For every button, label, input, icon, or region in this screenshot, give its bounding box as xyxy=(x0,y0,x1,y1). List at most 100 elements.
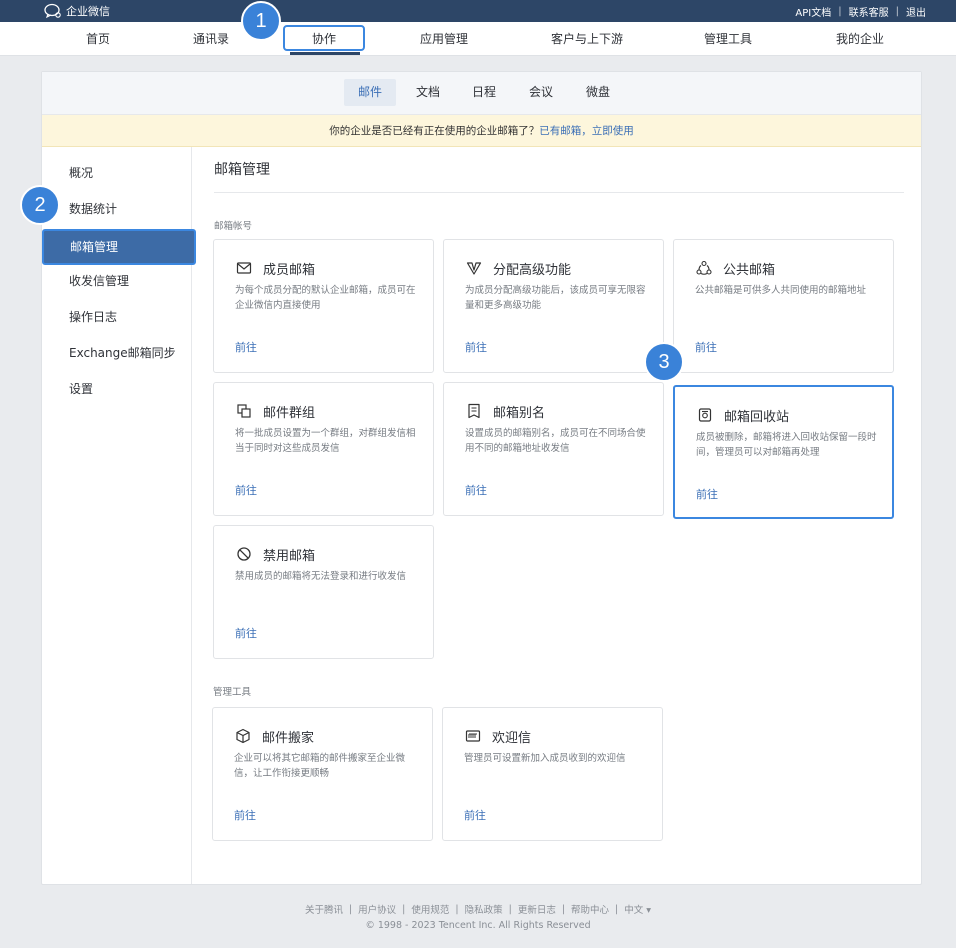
notice-bar: 你的企业是否已经有正在使用的企业邮箱了？已有邮箱，立即使用 xyxy=(42,115,921,147)
tile-advanced-features[interactable]: 分配高级功能 为成员分配高级功能后，该成员可享无限容量和更多高级功能 前往 xyxy=(443,239,664,373)
tile-desc: 为成员分配高级功能后，该成员可享无限容量和更多高级功能 xyxy=(465,285,646,311)
group-icon xyxy=(696,260,712,275)
footer-links: 关于腾讯 | 用户协议 | 使用规范 | 隐私政策 | 更新日志 | 帮助中心 | 中文 ▾ xyxy=(0,902,956,917)
tab-calendar[interactable]: 日程 xyxy=(464,79,504,106)
nav-contacts[interactable]: 通讯录 xyxy=(193,22,229,56)
separator: | xyxy=(561,903,566,915)
sidebar-item-operation-log[interactable]: 操作日志 xyxy=(69,307,117,327)
v-badge-icon xyxy=(466,262,482,275)
go-link[interactable]: 前往 xyxy=(234,807,256,823)
footer-link-help[interactable]: 帮助中心 xyxy=(571,902,609,916)
tile-title: 欢迎信 xyxy=(492,731,532,746)
tile-desc: 将一批成员设置为一个群组，对群组发信相当于同时对这些成员发信 xyxy=(235,428,416,454)
go-link[interactable]: 前往 xyxy=(464,807,486,823)
tile-recycle-bin[interactable]: 邮箱回收站 成员被删除，邮箱将进入回收站保留一段时间，管理员可以对邮箱再处理 前… xyxy=(673,385,894,519)
tile-title: 公共邮箱 xyxy=(723,263,776,278)
section-label-tools: 管理工具 xyxy=(213,687,252,698)
tile-title: 禁用邮箱 xyxy=(263,549,316,564)
go-link[interactable]: 前往 xyxy=(465,339,487,355)
separator: | xyxy=(615,903,619,915)
sidebar-item-exchange-sync[interactable]: Exchange邮箱同步 xyxy=(69,343,176,363)
copy-group-icon xyxy=(237,404,251,418)
nav-active-underline xyxy=(290,52,360,55)
footer-link-privacy[interactable]: 隐私政策 xyxy=(465,902,503,916)
sidebar-item-label: 邮箱管理 xyxy=(70,240,119,254)
separator: | xyxy=(838,5,842,17)
tile-desc: 禁用成员的邮箱将无法登录和进行收发信 xyxy=(235,571,407,582)
nav-home[interactable]: 首页 xyxy=(86,22,110,56)
footer-link-terms[interactable]: 用户协议 xyxy=(358,902,396,916)
top-bar: 企业微信 API文档 | 联系客服 | 退出 xyxy=(0,0,956,22)
tile-desc: 企业可以将其它邮箱的邮件搬家至企业微信，让工作衔接更顺畅 xyxy=(234,753,406,779)
welcome-letter-icon xyxy=(465,730,481,742)
page-title: 邮箱管理 xyxy=(214,162,270,178)
nav-my-enterprise[interactable]: 我的企业 xyxy=(836,22,884,56)
go-link[interactable]: 前往 xyxy=(235,625,257,641)
notice-link[interactable]: 已有邮箱，立即使用 xyxy=(539,125,634,137)
sub-nav: 邮件 文档 日程 会议 微盘 xyxy=(42,72,921,115)
logout-link[interactable]: 退出 xyxy=(906,4,926,19)
section-label-accounts: 邮箱帐号 xyxy=(214,221,253,232)
tile-mailbox-alias[interactable]: 邮箱别名 设置成员的邮箱别名，成员可在不同场合使用不同的邮箱地址收发信 前往 xyxy=(443,382,664,516)
wecom-logo-icon xyxy=(44,3,61,19)
language-select[interactable]: 中文 ▾ xyxy=(624,902,651,916)
tile-desc: 设置成员的邮箱别名，成员可在不同场合使用不同的邮箱地址收发信 xyxy=(465,428,646,454)
tile-disable-mailbox[interactable]: 禁用邮箱 禁用成员的邮箱将无法登录和进行收发信 前往 xyxy=(213,525,434,659)
contact-support-link[interactable]: 联系客服 xyxy=(849,4,889,19)
app-name: 企业微信 xyxy=(66,5,110,18)
footer-link-rules[interactable]: 使用规范 xyxy=(411,902,449,916)
tile-title: 邮箱别名 xyxy=(493,406,546,421)
sidebar-item-overview[interactable]: 概况 xyxy=(69,163,93,183)
sidebar-item-send-receive[interactable]: 收发信管理 xyxy=(69,271,129,291)
tile-desc: 公共邮箱是可供多人共同使用的邮箱地址 xyxy=(695,285,867,296)
go-link[interactable]: 前往 xyxy=(465,482,487,498)
tile-title: 邮件群组 xyxy=(263,406,316,421)
api-docs-link[interactable]: API文档 xyxy=(795,4,831,19)
nav-admin-tools[interactable]: 管理工具 xyxy=(704,22,752,56)
notice-text: 你的企业是否已经有正在使用的企业邮箱了？ xyxy=(329,125,540,137)
alias-icon xyxy=(468,403,480,419)
sidebar-item-statistics[interactable]: 数据统计 xyxy=(69,199,117,219)
go-link[interactable]: 前往 xyxy=(235,339,257,355)
envelope-icon xyxy=(236,262,252,274)
footer-link-about[interactable]: 关于腾讯 xyxy=(305,902,343,916)
tile-title: 分配高级功能 xyxy=(493,263,572,278)
separator: | xyxy=(455,903,459,915)
box-icon xyxy=(236,728,250,744)
tab-drive[interactable]: 微盘 xyxy=(578,79,618,106)
go-link[interactable]: 前往 xyxy=(235,482,257,498)
go-link[interactable]: 前往 xyxy=(696,486,718,502)
tile-title: 成员邮箱 xyxy=(263,263,316,278)
separator: | xyxy=(508,903,512,915)
content-area: 邮箱管理 邮箱帐号 成员邮箱 为每个成员分配的默认企业邮箱，成员可在企业微信内直… xyxy=(192,147,921,884)
footer-link-changelog[interactable]: 更新日志 xyxy=(518,902,556,916)
tab-meeting[interactable]: 会议 xyxy=(521,79,561,106)
tile-mail-group[interactable]: 邮件群组 将一批成员设置为一个群组，对群组发信相当于同时对这些成员发信 前往 xyxy=(213,382,434,516)
go-link[interactable]: 前往 xyxy=(695,339,717,355)
ban-icon xyxy=(237,547,251,561)
tile-member-mailbox[interactable]: 成员邮箱 为每个成员分配的默认企业邮箱，成员可在企业微信内直接使用 前往 xyxy=(213,239,434,373)
main-card: 邮件 文档 日程 会议 微盘 你的企业是否已经有正在使用的企业邮箱了？已有邮箱，… xyxy=(41,71,922,885)
tile-title: 邮件搬家 xyxy=(262,731,315,746)
tile-welcome-letter[interactable]: 欢迎信 管理员可设置新加入成员收到的欢迎信 前往 xyxy=(442,707,663,841)
app-logo[interactable]: 企业微信 xyxy=(44,2,110,20)
nav-customers[interactable]: 客户与上下游 xyxy=(551,22,623,56)
sidebar-item-mailbox-management[interactable]: 邮箱管理 xyxy=(42,229,196,265)
step-badge-1: 1 xyxy=(241,1,281,41)
nav-collaboration[interactable]: 协作 xyxy=(312,22,336,56)
copyright: © 1998 - 2023 Tencent Inc. All Rights Re… xyxy=(365,920,591,931)
tile-title: 邮箱回收站 xyxy=(724,410,790,425)
tile-mail-migration[interactable]: 邮件搬家 企业可以将其它邮箱的邮件搬家至企业微信，让工作衔接更顺畅 前往 xyxy=(212,707,433,841)
tile-desc: 成员被删除，邮箱将进入回收站保留一段时间，管理员可以对邮箱再处理 xyxy=(696,432,877,458)
separator: | xyxy=(348,903,353,915)
sidebar: 概况 数据统计 邮箱管理 收发信管理 操作日志 Exchange邮箱同步 设置 xyxy=(42,147,196,884)
tab-docs[interactable]: 文档 xyxy=(408,79,448,106)
tab-mail[interactable]: 邮件 xyxy=(344,79,396,106)
separator: | xyxy=(402,903,406,915)
sidebar-item-settings[interactable]: 设置 xyxy=(69,379,93,399)
tile-public-mailbox[interactable]: 公共邮箱 公共邮箱是可供多人共同使用的邮箱地址 前往 xyxy=(673,239,894,373)
step-badge-2: 2 xyxy=(20,185,60,225)
separator: | xyxy=(895,5,899,17)
top-links: API文档 | 联系客服 | 退出 xyxy=(795,0,926,22)
nav-app-management[interactable]: 应用管理 xyxy=(420,22,468,56)
